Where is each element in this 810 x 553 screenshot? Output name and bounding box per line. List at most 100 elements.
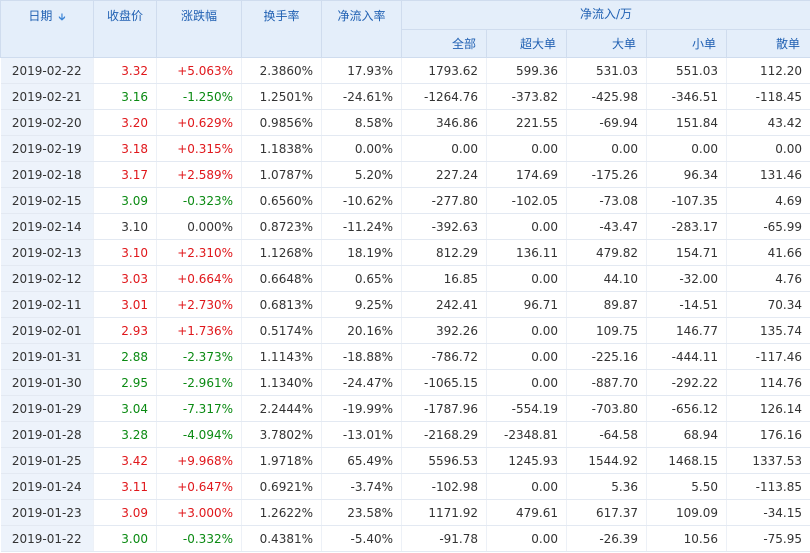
- turnover-cell: 0.6813%: [241, 291, 322, 318]
- turnover-cell: 1.9718%: [241, 447, 322, 474]
- header-super-large[interactable]: 超大单: [486, 29, 567, 58]
- small-cell: -107.35: [646, 187, 727, 214]
- large-cell: -73.08: [566, 187, 647, 214]
- date-cell: 2019-02-11: [0, 291, 94, 318]
- date-cell: 2019-01-24: [0, 473, 94, 500]
- super-large-cell: 96.71: [486, 291, 567, 318]
- sort-down-arrow-icon[interactable]: 🡳: [58, 12, 65, 23]
- retail-cell: 1337.53: [726, 447, 810, 474]
- turnover-cell: 1.1340%: [241, 369, 322, 396]
- table-row: 2019-02-12 3.03 +0.664% 0.6648% 0.65% 16.85 0.…: [0, 265, 810, 292]
- table-row: 2019-01-29 3.04 -7.317% 2.2444% -19.99% -1787…: [0, 395, 810, 422]
- table-row: 2019-02-13 3.10 +2.310% 1.1268% 18.19% 812.29…: [0, 239, 810, 266]
- date-cell: 2019-02-20: [0, 109, 94, 136]
- net-inflow-rate-cell: 5.20%: [321, 161, 402, 188]
- super-large-cell: -2348.81: [486, 421, 567, 448]
- net-inflow-rate-cell: 0.00%: [321, 135, 402, 162]
- header-net-inflow-rate[interactable]: 净流入率: [321, 0, 402, 58]
- turnover-cell: 0.6648%: [241, 265, 322, 292]
- super-large-cell: 136.11: [486, 239, 567, 266]
- change-pct-cell: -2.961%: [156, 369, 242, 396]
- change-pct-cell: +2.730%: [156, 291, 242, 318]
- date-cell: 2019-02-15: [0, 187, 94, 214]
- header-all[interactable]: 全部: [401, 29, 487, 58]
- net-inflow-rate-cell: -11.24%: [321, 213, 402, 240]
- all-cell: 227.24: [401, 161, 487, 188]
- super-large-cell: 0.00: [486, 265, 567, 292]
- date-cell: 2019-02-12: [0, 265, 94, 292]
- close-cell: 3.18: [93, 135, 157, 162]
- small-cell: -346.51: [646, 83, 727, 110]
- small-cell: 154.71: [646, 239, 727, 266]
- change-pct-cell: -2.373%: [156, 343, 242, 370]
- all-cell: -1264.76: [401, 83, 487, 110]
- close-cell: 3.01: [93, 291, 157, 318]
- large-cell: 44.10: [566, 265, 647, 292]
- header-change-pct[interactable]: 涨跌幅: [156, 0, 242, 58]
- header-turnover[interactable]: 换手率: [241, 0, 322, 58]
- change-pct-cell: -0.323%: [156, 187, 242, 214]
- all-cell: 16.85: [401, 265, 487, 292]
- small-cell: 0.00: [646, 135, 727, 162]
- net-inflow-rate-cell: 65.49%: [321, 447, 402, 474]
- net-inflow-rate-cell: 0.65%: [321, 265, 402, 292]
- net-inflow-rate-cell: 20.16%: [321, 317, 402, 344]
- header-large[interactable]: 大单: [566, 29, 647, 58]
- date-cell: 2019-01-22: [0, 525, 94, 552]
- small-cell: 10.56: [646, 525, 727, 552]
- change-pct-cell: -1.250%: [156, 83, 242, 110]
- large-cell: 531.03: [566, 57, 647, 84]
- retail-cell: 0.00: [726, 135, 810, 162]
- net-inflow-rate-cell: 8.58%: [321, 109, 402, 136]
- close-cell: 3.04: [93, 395, 157, 422]
- all-cell: 0.00: [401, 135, 487, 162]
- header-small[interactable]: 小单: [646, 29, 727, 58]
- small-cell: -656.12: [646, 395, 727, 422]
- super-large-cell: 599.36: [486, 57, 567, 84]
- net-inflow-rate-cell: 18.19%: [321, 239, 402, 266]
- turnover-cell: 1.0787%: [241, 161, 322, 188]
- turnover-cell: 1.1268%: [241, 239, 322, 266]
- small-cell: 146.77: [646, 317, 727, 344]
- close-cell: 3.10: [93, 239, 157, 266]
- change-pct-cell: +0.629%: [156, 109, 242, 136]
- super-large-cell: 174.69: [486, 161, 567, 188]
- turnover-cell: 0.6921%: [241, 473, 322, 500]
- retail-cell: 114.76: [726, 369, 810, 396]
- table-row: 2019-02-14 3.10 0.000% 0.8723% -11.24% -392.6…: [0, 213, 810, 240]
- change-pct-cell: -7.317%: [156, 395, 242, 422]
- all-cell: -1787.96: [401, 395, 487, 422]
- change-pct-cell: +2.589%: [156, 161, 242, 188]
- net-inflow-rate-cell: 23.58%: [321, 499, 402, 526]
- date-cell: 2019-01-30: [0, 369, 94, 396]
- close-cell: 3.11: [93, 473, 157, 500]
- super-large-cell: 0.00: [486, 343, 567, 370]
- change-pct-cell: +1.736%: [156, 317, 242, 344]
- super-large-cell: 221.55: [486, 109, 567, 136]
- large-cell: -703.80: [566, 395, 647, 422]
- change-pct-cell: -0.332%: [156, 525, 242, 552]
- net-inflow-rate-cell: -24.61%: [321, 83, 402, 110]
- large-cell: -69.94: [566, 109, 647, 136]
- super-large-cell: 1245.93: [486, 447, 567, 474]
- turnover-cell: 3.7802%: [241, 421, 322, 448]
- large-cell: 89.87: [566, 291, 647, 318]
- super-large-cell: -554.19: [486, 395, 567, 422]
- retail-cell: 126.14: [726, 395, 810, 422]
- super-large-cell: 0.00: [486, 525, 567, 552]
- retail-cell: -117.46: [726, 343, 810, 370]
- change-pct-cell: +2.310%: [156, 239, 242, 266]
- turnover-cell: 0.6560%: [241, 187, 322, 214]
- table-row: 2019-02-20 3.20 +0.629% 0.9856% 8.58% 346.86 2…: [0, 109, 810, 136]
- all-cell: 812.29: [401, 239, 487, 266]
- header-date[interactable]: 日期 🡳: [0, 0, 94, 58]
- table-row: 2019-01-23 3.09 +3.000% 1.2622% 23.58% 1171.9…: [0, 499, 810, 526]
- table-row: 2019-02-01 2.93 +1.736% 0.5174% 20.16% 392.26…: [0, 317, 810, 344]
- date-cell: 2019-02-21: [0, 83, 94, 110]
- small-cell: -292.22: [646, 369, 727, 396]
- header-close[interactable]: 收盘价: [93, 0, 157, 58]
- date-cell: 2019-02-01: [0, 317, 94, 344]
- header-retail[interactable]: 散单: [726, 29, 810, 58]
- change-pct-cell: 0.000%: [156, 213, 242, 240]
- super-large-cell: 479.61: [486, 499, 567, 526]
